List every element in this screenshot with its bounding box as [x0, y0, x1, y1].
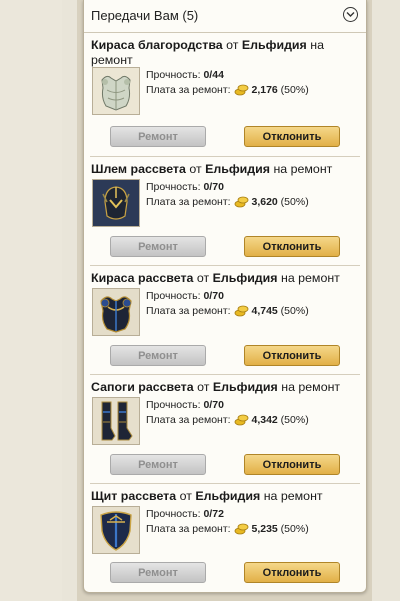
fee-line: Плата за ремонт: 2,176 (50%)	[146, 84, 309, 96]
durability-value: 0/44	[203, 69, 224, 81]
item-name: Шлем рассвета	[91, 162, 186, 176]
card-title: Кираса благородства от Ельфидия на ремон…	[91, 38, 324, 67]
transfers-panel: Передачи Вам (5) Кираса благородства от …	[83, 0, 367, 593]
collapse-button[interactable]	[343, 7, 358, 22]
fee-value: 5,235	[251, 523, 278, 535]
item-name: Кираса рассвета	[91, 271, 194, 285]
fee-line: Плата за ремонт: 4,342 (50%)	[146, 414, 309, 426]
repair-button[interactable]: Ремонт	[110, 126, 206, 147]
item-thumbnail	[92, 506, 140, 554]
repair-request-card: Сапоги рассвета от Ельфидия на ремонт Пр…	[90, 375, 360, 484]
shield-icon	[93, 507, 139, 553]
durability-line: Прочность: 0/72	[146, 508, 224, 520]
gold-coins-icon	[235, 523, 249, 535]
breastplate-icon	[93, 68, 139, 114]
cuirass-icon	[93, 289, 139, 335]
card-title: Кираса рассвета от Ельфидия на ремонт	[91, 271, 340, 285]
fee-line: Плата за ремонт: 3,620 (50%)	[146, 196, 309, 208]
helmet-icon	[93, 180, 139, 226]
sender-name: Ельфидия	[241, 38, 307, 52]
durability-line: Прочность: 0/70	[146, 181, 224, 193]
sender-name: Ельфидия	[205, 162, 271, 176]
durability-value: 0/70	[203, 399, 224, 411]
decline-button[interactable]: Отклонить	[244, 345, 340, 366]
chevron-down-icon	[346, 12, 355, 17]
gold-coins-icon	[235, 196, 249, 208]
panel-header: Передачи Вам (5)	[84, 0, 366, 33]
gold-coins-icon	[235, 414, 249, 426]
background-strip	[0, 0, 62, 601]
gold-coins-icon	[235, 84, 249, 96]
durability-value: 0/70	[203, 290, 224, 302]
fee-value: 2,176	[251, 84, 278, 96]
decline-button[interactable]: Отклонить	[244, 562, 340, 583]
boots-icon	[93, 398, 139, 444]
durability-value: 0/70	[203, 181, 224, 193]
fee-value: 4,342	[251, 414, 278, 426]
panel-title: Передачи Вам (5)	[91, 8, 199, 23]
card-title: Щит рассвета от Ельфидия на ремонт	[91, 489, 323, 503]
fee-value: 3,620	[251, 196, 278, 208]
durability-value: 0/72	[203, 508, 224, 520]
item-thumbnail	[92, 179, 140, 227]
decline-button[interactable]: Отклонить	[244, 236, 340, 257]
item-name: Кираса благородства	[91, 38, 223, 52]
card-title: Сапоги рассвета от Ельфидия на ремонт	[91, 380, 341, 394]
durability-line: Прочность: 0/44	[146, 69, 224, 81]
durability-line: Прочность: 0/70	[146, 290, 224, 302]
item-thumbnail	[92, 397, 140, 445]
repair-button[interactable]: Ремонт	[110, 345, 206, 366]
repair-button[interactable]: Ремонт	[110, 562, 206, 583]
sender-name: Ельфидия	[212, 271, 278, 285]
fee-value: 4,745	[251, 305, 278, 317]
item-thumbnail	[92, 288, 140, 336]
repair-button[interactable]: Ремонт	[110, 236, 206, 257]
decline-button[interactable]: Отклонить	[244, 454, 340, 475]
item-name: Сапоги рассвета	[91, 380, 194, 394]
repair-request-card: Кираса благородства от Ельфидия на ремон…	[90, 33, 360, 157]
gold-coins-icon	[235, 305, 249, 317]
item-thumbnail	[92, 67, 140, 115]
fee-line: Плата за ремонт: 5,235 (50%)	[146, 523, 309, 535]
fee-line: Плата за ремонт: 4,745 (50%)	[146, 305, 309, 317]
card-title: Шлем рассвета от Ельфидия на ремонт	[91, 162, 333, 176]
item-name: Щит рассвета	[91, 489, 177, 503]
sender-name: Ельфидия	[212, 380, 278, 394]
sender-name: Ельфидия	[195, 489, 261, 503]
repair-request-card: Шлем рассвета от Ельфидия на ремонт Проч…	[90, 157, 360, 266]
repair-request-card: Кираса рассвета от Ельфидия на ремонт Пр…	[90, 266, 360, 375]
durability-line: Прочность: 0/70	[146, 399, 224, 411]
repair-button[interactable]: Ремонт	[110, 454, 206, 475]
decline-button[interactable]: Отклонить	[244, 126, 340, 147]
repair-request-card: Щит рассвета от Ельфидия на ремонт Прочн…	[90, 484, 360, 592]
